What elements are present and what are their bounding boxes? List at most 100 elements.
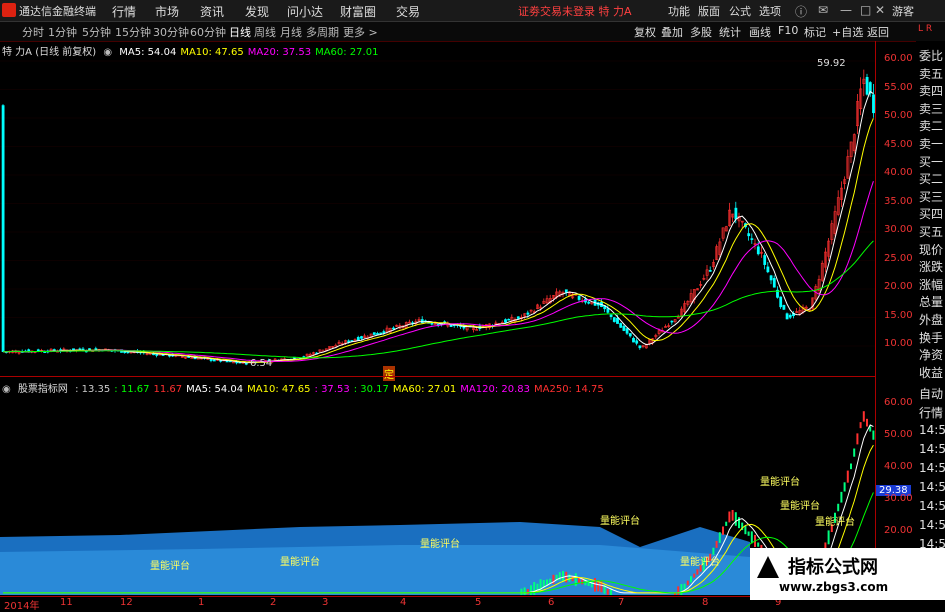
tool-back[interactable]: 返回	[867, 24, 889, 40]
indicator-bar	[718, 532, 721, 543]
period-60min[interactable]: 60分钟	[190, 24, 226, 40]
minimize-icon[interactable]: —	[840, 3, 852, 17]
candle-body	[632, 337, 635, 343]
app-logo-icon	[2, 3, 16, 17]
candle-body	[564, 289, 568, 293]
period-weekly[interactable]: 周线	[254, 24, 276, 40]
date-tick-label: 5	[475, 597, 482, 608]
tool-f10[interactable]: F10	[778, 24, 798, 37]
quote-field-label[interactable]: 买四	[919, 205, 943, 222]
price-tick-label: 45.00	[884, 138, 913, 150]
candle-body	[622, 326, 626, 331]
period-monthly[interactable]: 月线	[280, 24, 302, 40]
guest-user[interactable]: 游客	[892, 3, 914, 19]
quote-field-label[interactable]: 净资	[919, 346, 943, 363]
indicator-bar	[683, 583, 686, 590]
indicator-bar	[677, 586, 680, 595]
menu-layout[interactable]: 版面	[698, 3, 720, 19]
tick-row-label[interactable]: 14:5	[919, 423, 945, 437]
indicator-bar	[690, 576, 692, 583]
quote-field-label[interactable]: 收益	[919, 364, 943, 381]
quote-field-label[interactable]: 卖二	[919, 117, 943, 134]
candle-body	[763, 255, 767, 265]
tick-row-label[interactable]: 14:5	[919, 480, 945, 494]
menu-market[interactable]: 市场	[155, 3, 179, 20]
period-15min[interactable]: 15分钟	[115, 24, 151, 40]
tool-mark[interactable]: 标记	[804, 24, 826, 40]
panel-toggle[interactable]: L R	[918, 24, 932, 34]
period-more[interactable]: 更多 >	[343, 24, 378, 40]
quote-field-label[interactable]: 委比	[919, 47, 943, 64]
menu-news[interactable]: 资讯	[200, 3, 224, 20]
quote-field-label[interactable]: 换手	[919, 329, 943, 346]
quote-field-label[interactable]: 买一	[919, 153, 943, 170]
indicator-bar	[734, 512, 737, 526]
maximize-icon[interactable]: □	[860, 3, 871, 17]
quote-field-label[interactable]: 买三	[919, 188, 943, 205]
tick-row-label[interactable]: 14:5	[919, 518, 945, 532]
help-icon[interactable]: ⓘ	[795, 3, 807, 20]
price-tick-label: 15.00	[884, 309, 913, 321]
candlestick-chart[interactable]	[0, 41, 875, 375]
date-tick-label: 11	[60, 597, 73, 608]
menu-options[interactable]: 选项	[759, 3, 781, 19]
indicator-settings-icon[interactable]: ◉	[103, 47, 112, 58]
tool-overlay[interactable]: 叠加	[661, 24, 683, 40]
menu-wealth-circle[interactable]: 财富圈	[340, 3, 376, 20]
quote-field-label[interactable]: 外盘	[919, 311, 943, 328]
quote-field-label[interactable]: 现价	[919, 241, 943, 258]
indicator-legend-item-7: MA60: 27.01	[392, 384, 457, 395]
menu-quotes[interactable]: 行情	[112, 3, 136, 20]
indicator-settings-icon[interactable]: ◉	[2, 384, 11, 395]
quote-field-label[interactable]: 卖四	[919, 82, 943, 99]
tool-adjust[interactable]: 复权	[634, 24, 656, 40]
period-intraday[interactable]: 分时	[22, 24, 44, 40]
period-multi[interactable]: 多周期	[306, 24, 339, 40]
indicator-legend-item-6: : 30.17	[353, 384, 389, 395]
quote-field-label[interactable]: 卖五	[919, 65, 943, 82]
candle-body	[638, 345, 642, 349]
quote-field-label[interactable]: 卖一	[919, 135, 943, 152]
indicator-bar	[680, 584, 683, 595]
price-tick-label: 40.00	[884, 167, 913, 178]
quote-field-label[interactable]: 买二	[919, 170, 943, 187]
close-icon[interactable]: ✕	[875, 3, 885, 17]
tick-row-label[interactable]: 14:5	[919, 461, 945, 475]
indicator-bar	[693, 573, 696, 578]
app-title: 通达信金融终端	[19, 5, 96, 18]
watermark-title: 指标公式网	[788, 557, 878, 578]
period-daily[interactable]: 日线	[229, 24, 251, 40]
quote-field-label[interactable]: 买五	[919, 223, 943, 240]
quote-field-label[interactable]: 卖三	[919, 100, 943, 117]
candle-body	[504, 319, 507, 323]
login-status: 证劵交易未登录 特 力A	[518, 5, 632, 18]
tick-row-label[interactable]: 行情	[919, 404, 943, 421]
menu-trade[interactable]: 交易	[396, 3, 420, 20]
tick-row-label[interactable]: 自动	[919, 385, 943, 402]
volume-tag-label: 量能评台	[680, 555, 720, 568]
candle-body	[372, 332, 376, 335]
period-1min[interactable]: 1分钟	[48, 24, 77, 40]
candle-body	[526, 312, 530, 315]
tool-draw-line[interactable]: 画线	[749, 24, 771, 40]
tool-add-watchlist[interactable]: +自选	[832, 24, 863, 40]
mail-icon[interactable]: ✉	[818, 3, 828, 17]
menu-assistant[interactable]: 问小达	[287, 3, 323, 20]
tool-multi-stock[interactable]: 多股	[690, 24, 712, 40]
menu-formula[interactable]: 公式	[729, 3, 751, 19]
menu-discover[interactable]: 发现	[245, 3, 269, 20]
quote-field-label[interactable]: 涨跌	[919, 258, 943, 275]
candle-body	[628, 333, 632, 337]
quote-field-label[interactable]: 涨幅	[919, 276, 943, 293]
tool-stats[interactable]: 统计	[719, 24, 741, 40]
tick-row-label[interactable]: 14:5	[919, 442, 945, 456]
candle-body	[635, 340, 639, 344]
period-30min[interactable]: 30分钟	[153, 24, 189, 40]
indicator-bar	[744, 525, 747, 535]
menu-function[interactable]: 功能	[668, 3, 690, 19]
candle-body	[734, 207, 738, 220]
quote-field-label[interactable]: 总量	[919, 293, 943, 310]
tick-row-label[interactable]: 14:5	[919, 499, 945, 513]
period-5min[interactable]: 5分钟	[82, 24, 111, 40]
indicator-chart[interactable]: 量能评台 量能评台量能评台量能评台量能评台量能评台量能评台量能评台	[0, 377, 875, 595]
